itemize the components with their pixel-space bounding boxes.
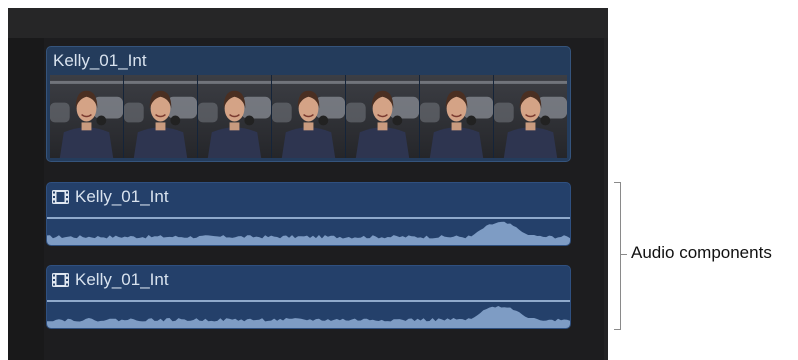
thumbnail-frame [198, 75, 271, 158]
callout-leader-line [621, 254, 627, 255]
thumbnail-frame [272, 75, 345, 158]
audio-component-1[interactable]: Kelly_01_Int [46, 182, 571, 246]
thumbnail-frame [420, 75, 493, 158]
audio-waveform [47, 302, 570, 328]
thumbnail-frame [346, 75, 419, 158]
thumbnail-frame [50, 75, 123, 158]
callout-bracket [614, 182, 621, 330]
audio-clip-header: Kelly_01_Int [52, 269, 169, 291]
timeline-ruler [8, 8, 608, 38]
thumbnail-frame [494, 75, 567, 158]
timeline-edge [604, 38, 608, 360]
film-icon [52, 273, 69, 287]
audio-clip-title: Kelly_01_Int [75, 187, 169, 206]
video-clip-title: Kelly_01_Int [53, 51, 147, 70]
audio-component-2[interactable]: Kelly_01_Int [46, 265, 571, 329]
audio-components-callout: Audio components [631, 243, 772, 262]
filmstrip [50, 75, 567, 158]
thumbnail-frame [124, 75, 197, 158]
audio-waveform [47, 219, 570, 245]
video-clip[interactable]: Kelly_01_Int [46, 46, 571, 162]
timeline-gutter [8, 38, 44, 360]
audio-clip-title: Kelly_01_Int [75, 270, 169, 289]
audio-clip-header: Kelly_01_Int [52, 186, 169, 208]
film-icon [52, 190, 69, 204]
